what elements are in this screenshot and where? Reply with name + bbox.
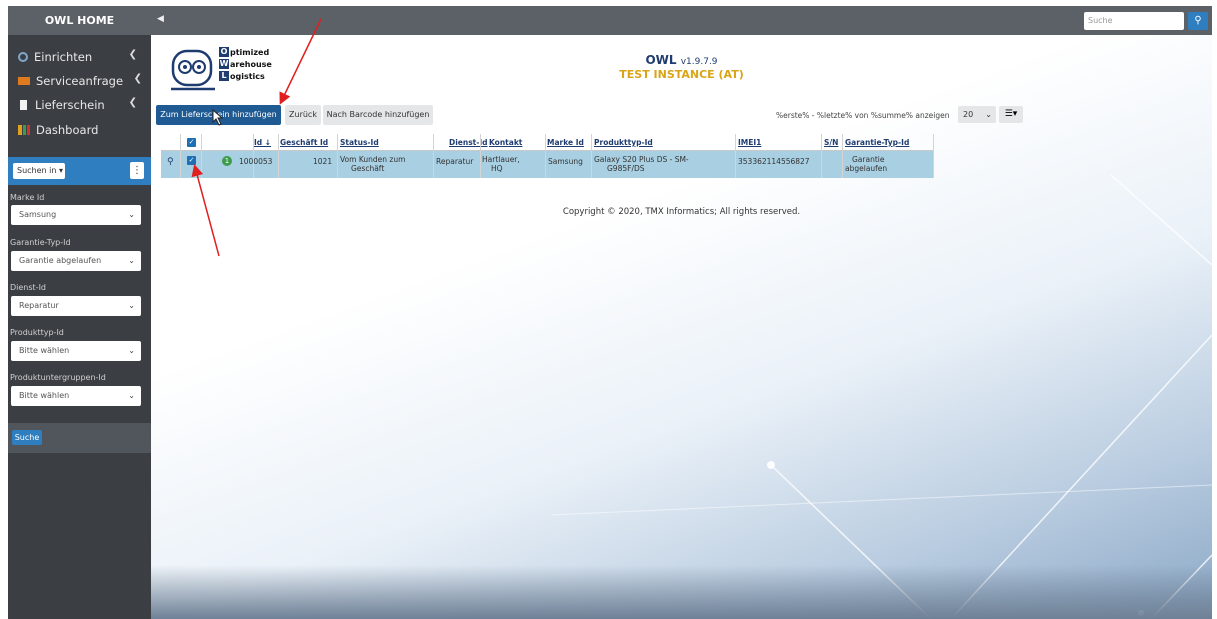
arrow-to-add-button: [279, 18, 322, 105]
annotation-arrows: [191, 18, 322, 257]
arrow-to-row-checkbox: [191, 164, 220, 257]
app-window: OWL HOME Einrichten ❮ Serviceanfrage ❮ L…: [8, 6, 1212, 619]
cursor-hand-icon: [212, 108, 224, 126]
